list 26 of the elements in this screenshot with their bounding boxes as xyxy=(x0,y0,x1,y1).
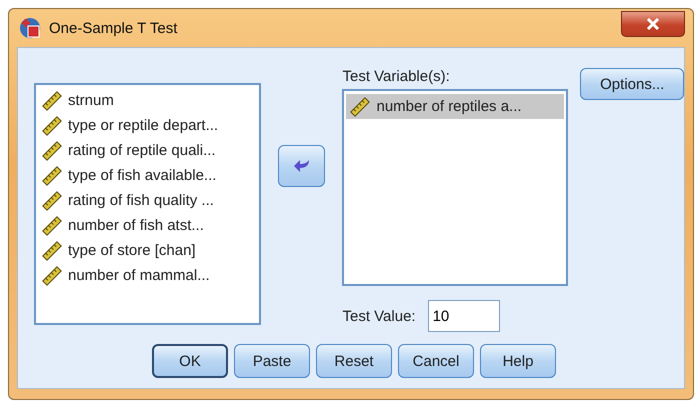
variable-item[interactable]: number of fish atst... xyxy=(38,213,257,238)
source-variable-list[interactable]: strnum type or reptile depart... rating of reptile quali... type of fish available... rating of fish quality ... number of fish atst... type of store [chan] number of mammal... xyxy=(34,83,261,325)
variable-item[interactable]: number of reptiles a... xyxy=(346,94,564,119)
app-icon xyxy=(19,17,41,39)
variable-item[interactable]: strnum xyxy=(38,88,257,113)
variable-item[interactable]: type of fish available... xyxy=(38,163,257,188)
test-value-field[interactable]: 10 xyxy=(428,300,500,332)
variable-item[interactable]: type of store [chan] xyxy=(38,238,257,263)
dialog-button[interactable]: Help xyxy=(480,344,556,378)
close-icon xyxy=(646,18,660,30)
options-button[interactable]: Options... xyxy=(580,68,684,100)
dialog-button[interactable]: Reset xyxy=(316,344,392,378)
arrow-icon xyxy=(292,158,311,174)
variable-item[interactable]: number of mammal... xyxy=(38,263,257,288)
dialog-button[interactable]: OK xyxy=(152,344,228,378)
variable-item[interactable]: type or reptile depart... xyxy=(38,113,257,138)
variable-item[interactable]: rating of reptile quali... xyxy=(38,138,257,163)
move-button[interactable] xyxy=(278,145,326,187)
test-variables-label: Test Variable(s): xyxy=(342,68,451,85)
test-variable-list[interactable]: number of reptiles a... xyxy=(342,89,568,286)
dialog-button[interactable]: Paste xyxy=(234,344,310,378)
close-button[interactable] xyxy=(621,11,685,37)
test-value-label: Test Value: xyxy=(342,308,416,324)
dialog-button[interactable]: Cancel xyxy=(398,344,474,378)
variable-item[interactable]: rating of fish quality ... xyxy=(38,188,257,213)
window-title: One-Sample T Test xyxy=(49,20,178,36)
